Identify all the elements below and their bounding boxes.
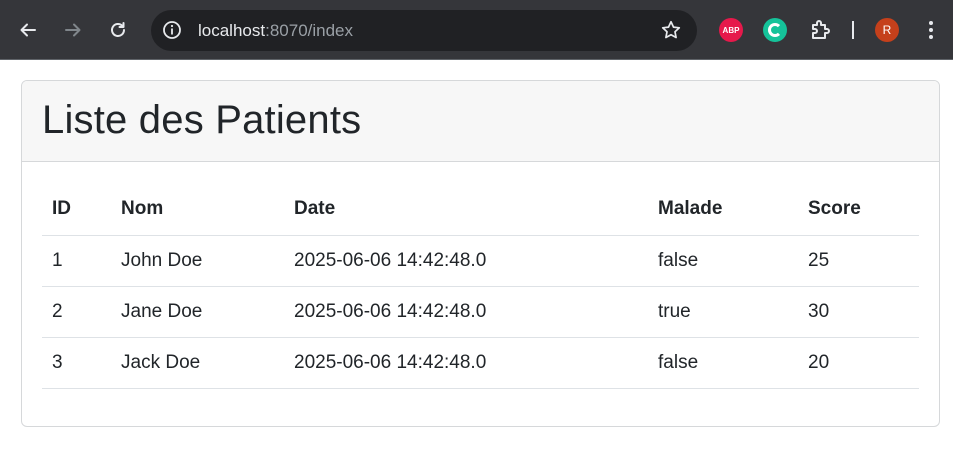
table-row: 1 John Doe 2025-06-06 14:42:48.0 false 2… [42, 235, 919, 287]
cell-id: 1 [42, 235, 111, 287]
cell-score: 20 [798, 337, 919, 389]
table-row: 3 Jack Doe 2025-06-06 14:42:48.0 false 2… [42, 337, 919, 389]
cell-date: 2025-06-06 14:42:48.0 [284, 337, 648, 389]
cell-malade: false [648, 337, 798, 389]
column-header-nom: Nom [111, 183, 284, 236]
site-info-icon[interactable] [162, 20, 182, 45]
cell-nom: John Doe [111, 235, 284, 287]
url-text[interactable]: localhost:8070/index [198, 21, 353, 41]
page-title: Liste des Patients [42, 98, 362, 142]
url-host: localhost [198, 21, 266, 40]
grammarly-extension-icon[interactable] [763, 18, 787, 42]
cell-date: 2025-06-06 14:42:48.0 [284, 286, 648, 338]
arrow-left-icon [20, 23, 36, 37]
grammarly-logo [768, 23, 782, 37]
column-header-date: Date [284, 183, 648, 236]
back-button[interactable] [13, 15, 43, 45]
cell-id: 3 [42, 337, 111, 389]
url-path: :8070/index [265, 21, 354, 40]
forward-button[interactable] [58, 15, 88, 45]
reload-button[interactable] [103, 15, 133, 45]
patients-card: Liste des Patients ID Nom Date Malade Sc… [21, 80, 940, 427]
card-header: Liste des Patients [22, 81, 939, 162]
adblock-extension-icon[interactable]: ABP [719, 18, 743, 42]
table-header-row: ID Nom Date Malade Score [42, 183, 919, 236]
column-header-malade: Malade [648, 183, 798, 236]
address-bar[interactable]: localhost:8070/index [151, 10, 697, 51]
adblock-label: ABP [722, 25, 740, 35]
table-row: 2 Jane Doe 2025-06-06 14:42:48.0 true 30 [42, 286, 919, 338]
profile-avatar[interactable]: R [875, 18, 899, 42]
avatar-letter: R [882, 23, 892, 37]
cell-nom: Jane Doe [111, 286, 284, 338]
cell-id: 2 [42, 286, 111, 338]
cell-malade: true [648, 286, 798, 338]
card-body: ID Nom Date Malade Score 1 John Doe 2025… [22, 162, 939, 389]
cell-date: 2025-06-06 14:42:48.0 [284, 235, 648, 287]
browser-toolbar: localhost:8070/index ABP R [0, 0, 953, 60]
cell-nom: Jack Doe [111, 337, 284, 389]
bookmark-star-icon[interactable] [661, 20, 681, 45]
patients-table: ID Nom Date Malade Score 1 John Doe 2025… [42, 183, 919, 389]
cell-malade: false [648, 235, 798, 287]
column-header-score: Score [798, 183, 919, 236]
reload-icon [111, 22, 125, 37]
menu-kebab-icon[interactable] [928, 20, 934, 45]
arrow-right-icon [65, 23, 81, 37]
cell-score: 30 [798, 286, 919, 338]
column-header-id: ID [42, 183, 111, 236]
toolbar-divider [852, 21, 854, 39]
cell-score: 25 [798, 235, 919, 287]
extensions-puzzle-icon[interactable] [809, 18, 833, 47]
